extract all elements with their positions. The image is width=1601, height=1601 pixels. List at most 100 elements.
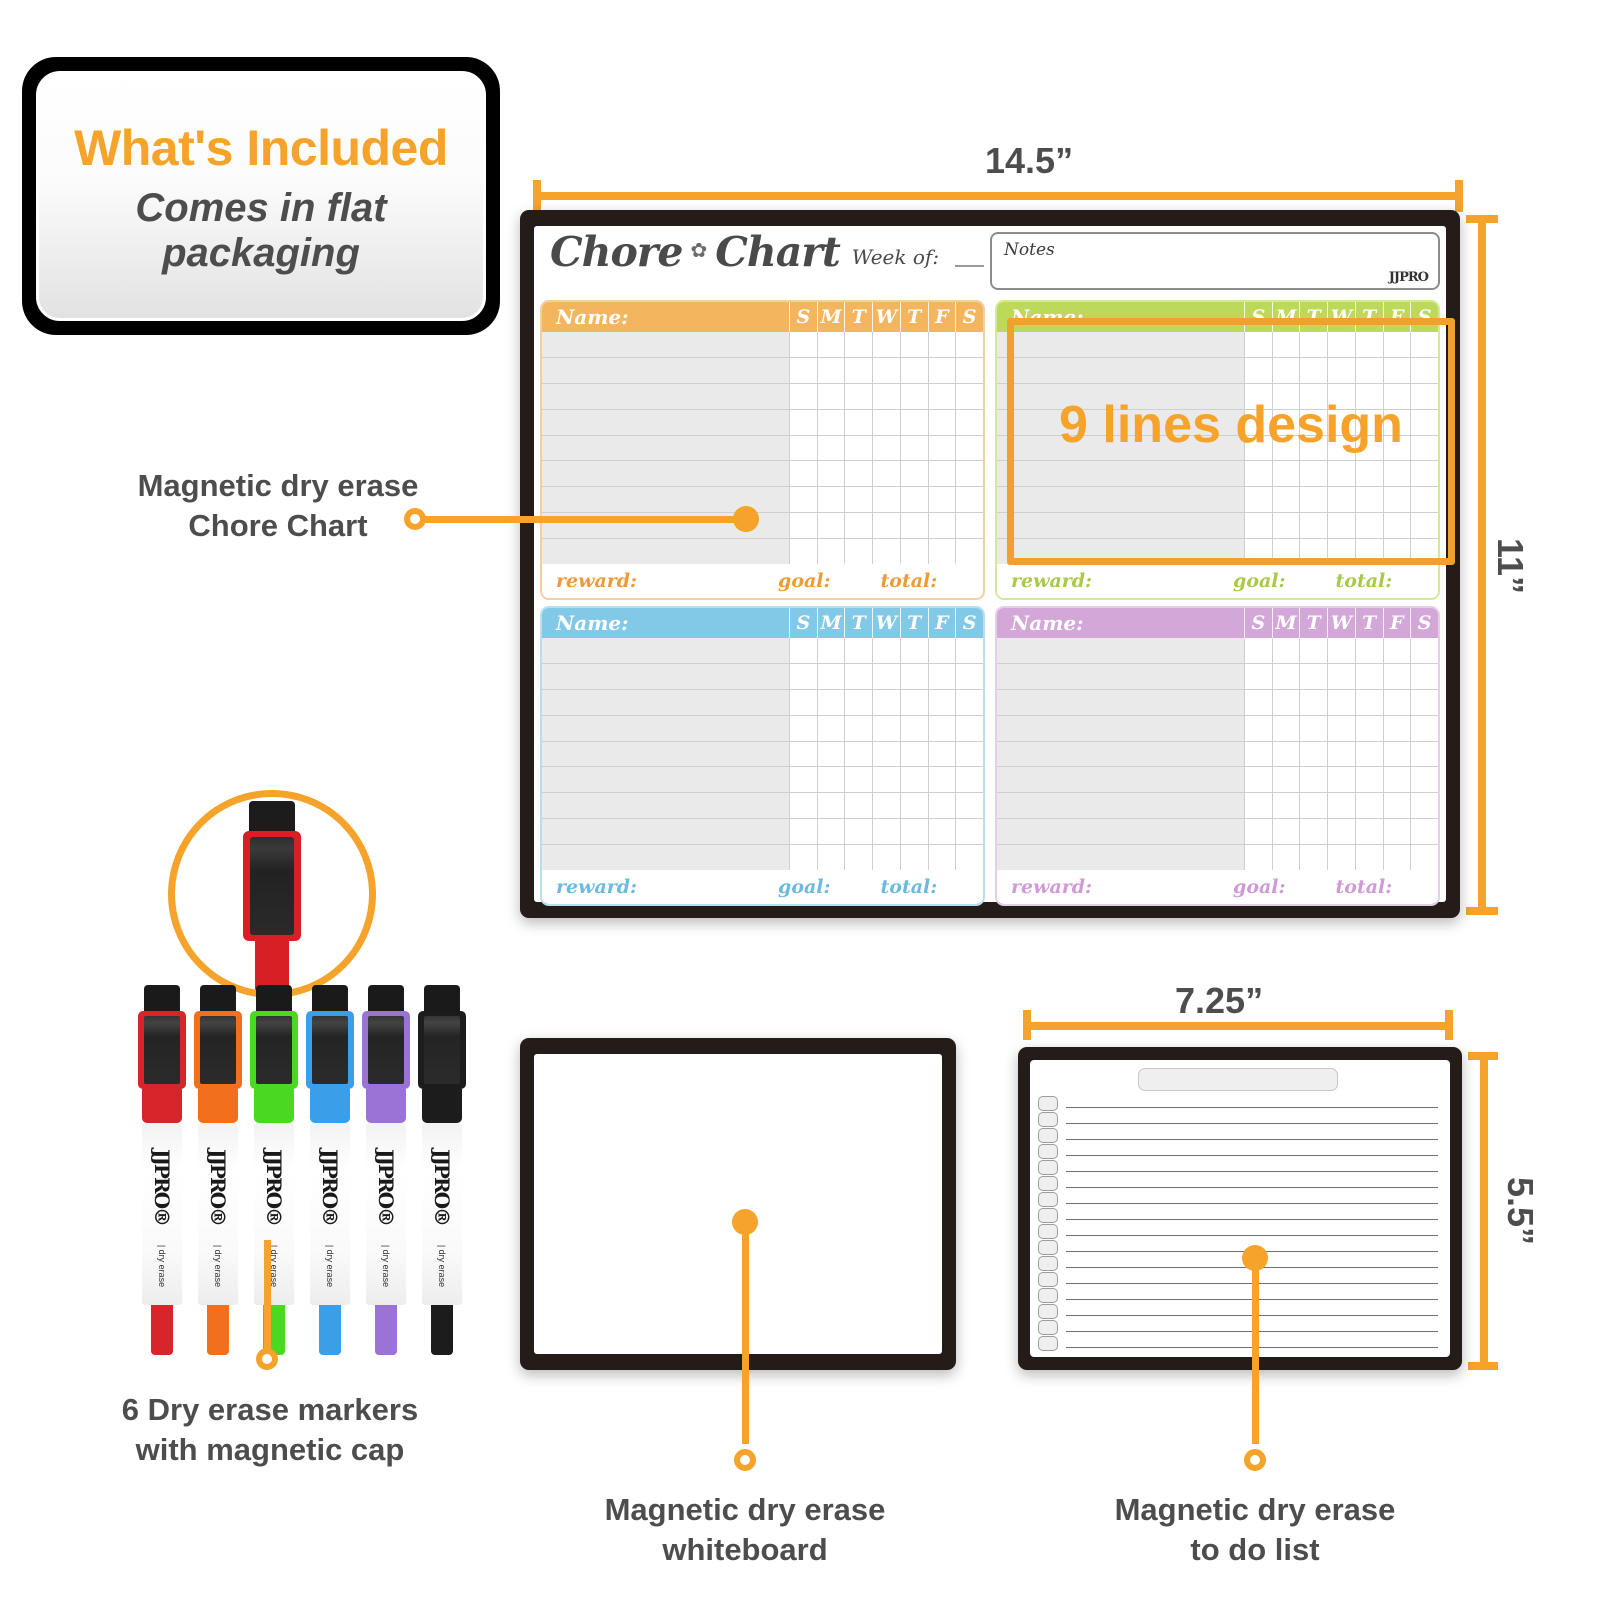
chore-name-cell[interactable] <box>997 715 1244 741</box>
chore-day-cell[interactable] <box>844 793 873 819</box>
chore-day-cell[interactable] <box>844 461 873 487</box>
chore-day-cell[interactable] <box>844 435 873 461</box>
chore-day-cell[interactable] <box>1382 767 1411 793</box>
chore-day-cell[interactable] <box>1299 357 1328 383</box>
chore-day-cell[interactable] <box>1271 845 1300 871</box>
chore-name-cell[interactable] <box>542 793 789 819</box>
chore-day-cell[interactable] <box>816 357 845 383</box>
chore-day-cell[interactable] <box>1243 767 1272 793</box>
footer-total-label[interactable]: total: <box>1336 570 1439 592</box>
chore-name-cell[interactable] <box>997 513 1244 539</box>
chore-day-cell[interactable] <box>1243 357 1272 383</box>
chore-day-cell[interactable] <box>1271 741 1300 767</box>
chore-day-cell[interactable] <box>1410 845 1438 871</box>
chore-day-cell[interactable] <box>899 487 928 513</box>
chore-day-cell[interactable] <box>927 409 956 435</box>
todo-checkbox[interactable] <box>1038 1127 1058 1143</box>
footer-total-label[interactable]: total: <box>1336 876 1439 898</box>
chore-day-cell[interactable] <box>788 357 817 383</box>
chore-day-cell[interactable] <box>899 663 928 689</box>
chore-day-cell[interactable] <box>1327 487 1355 513</box>
chore-day-cell[interactable] <box>1410 357 1438 383</box>
chore-day-cell[interactable] <box>816 845 845 871</box>
chore-day-cell[interactable] <box>1299 793 1328 819</box>
chore-day-cell[interactable] <box>927 487 956 513</box>
chore-day-cell[interactable] <box>844 332 873 357</box>
todo-row[interactable] <box>1038 1095 1438 1111</box>
chore-day-cell[interactable] <box>788 819 817 845</box>
chore-row[interactable] <box>997 332 1438 358</box>
chore-day-cell[interactable] <box>955 819 983 845</box>
chore-day-cell[interactable] <box>1410 793 1438 819</box>
chore-row[interactable] <box>997 767 1438 794</box>
chore-day-cell[interactable] <box>1354 663 1383 689</box>
chore-name-cell[interactable] <box>542 767 789 793</box>
chore-day-cell[interactable] <box>955 435 983 461</box>
chore-day-cell[interactable] <box>1382 663 1411 689</box>
chore-day-cell[interactable] <box>927 332 956 357</box>
chore-row[interactable] <box>997 715 1438 742</box>
chore-day-cell[interactable] <box>788 793 817 819</box>
chore-day-cell[interactable] <box>899 638 928 663</box>
todo-checkbox[interactable] <box>1038 1175 1058 1191</box>
chore-name-cell[interactable] <box>542 715 789 741</box>
chore-day-cell[interactable] <box>1271 663 1300 689</box>
chore-day-cell[interactable] <box>1382 513 1411 539</box>
todo-checkbox[interactable] <box>1038 1271 1058 1287</box>
chore-day-cell[interactable] <box>1327 715 1355 741</box>
chore-name-cell[interactable] <box>542 845 789 871</box>
chore-day-cell[interactable] <box>1382 332 1411 357</box>
chore-day-cell[interactable] <box>1271 332 1300 357</box>
chore-day-cell[interactable] <box>1410 663 1438 689</box>
chore-day-cell[interactable] <box>955 487 983 513</box>
chore-row[interactable] <box>542 357 983 384</box>
chore-day-cell[interactable] <box>1271 715 1300 741</box>
marker-purple[interactable]: JJPRO® | dry erase <box>362 985 410 1355</box>
chore-day-cell[interactable] <box>872 689 900 715</box>
chore-day-cell[interactable] <box>1410 332 1438 357</box>
chore-day-cell[interactable] <box>955 513 983 539</box>
chore-day-cell[interactable] <box>927 435 956 461</box>
whiteboard-product[interactable] <box>520 1038 956 1370</box>
chore-day-cell[interactable] <box>1327 793 1355 819</box>
chore-day-cell[interactable] <box>1327 845 1355 871</box>
chore-day-cell[interactable] <box>1382 715 1411 741</box>
chore-day-cell[interactable] <box>1410 638 1438 663</box>
chore-day-cell[interactable] <box>1299 767 1328 793</box>
chore-day-cell[interactable] <box>872 513 900 539</box>
todo-checkbox[interactable] <box>1038 1095 1058 1111</box>
chore-row[interactable] <box>542 383 983 410</box>
chore-day-cell[interactable] <box>899 819 928 845</box>
todo-row[interactable] <box>1038 1143 1438 1159</box>
chore-day-cell[interactable] <box>899 741 928 767</box>
chore-row[interactable] <box>542 715 983 742</box>
chore-day-cell[interactable] <box>1354 819 1383 845</box>
chore-name-cell[interactable] <box>542 819 789 845</box>
marker-orange[interactable]: JJPRO® | dry erase <box>194 985 242 1355</box>
chore-day-cell[interactable] <box>955 357 983 383</box>
todo-checkbox[interactable] <box>1038 1287 1058 1303</box>
chore-day-cell[interactable] <box>955 689 983 715</box>
chore-row[interactable] <box>997 793 1438 820</box>
chore-day-cell[interactable] <box>955 383 983 409</box>
chore-day-cell[interactable] <box>788 513 817 539</box>
chore-name-cell[interactable] <box>997 767 1244 793</box>
chore-day-cell[interactable] <box>872 357 900 383</box>
todo-list-product[interactable] <box>1018 1047 1462 1370</box>
chore-day-cell[interactable] <box>872 487 900 513</box>
todo-checkbox[interactable] <box>1038 1319 1058 1335</box>
chore-row[interactable] <box>542 332 983 358</box>
chore-day-cell[interactable] <box>1410 513 1438 539</box>
chore-day-cell[interactable] <box>844 357 873 383</box>
chore-day-cell[interactable] <box>955 793 983 819</box>
chore-name-cell[interactable] <box>997 332 1244 357</box>
todo-row[interactable] <box>1038 1111 1438 1127</box>
name-field-label[interactable]: Name: <box>542 302 789 332</box>
todo-checkbox[interactable] <box>1038 1159 1058 1175</box>
chore-day-cell[interactable] <box>788 461 817 487</box>
chore-day-cell[interactable] <box>844 819 873 845</box>
chore-day-cell[interactable] <box>1243 513 1272 539</box>
chore-day-cell[interactable] <box>844 689 873 715</box>
chore-day-cell[interactable] <box>927 663 956 689</box>
chore-day-cell[interactable] <box>1382 845 1411 871</box>
